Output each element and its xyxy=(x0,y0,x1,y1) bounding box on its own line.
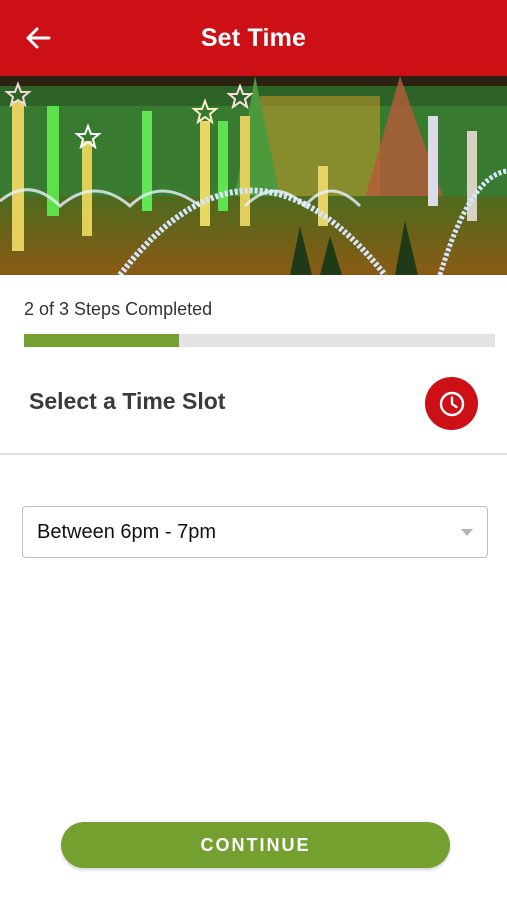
progress-bar-fill xyxy=(24,334,180,347)
clock-button[interactable] xyxy=(425,377,478,430)
page-title: Set Time xyxy=(200,23,307,52)
progress-label: 2 of 3 Steps Completed xyxy=(24,299,213,319)
clock-icon xyxy=(439,391,464,416)
progress-bar xyxy=(24,334,495,347)
time-slot-select[interactable]: Between 6pm - 7pm xyxy=(22,506,488,558)
hero-image xyxy=(0,76,507,275)
caret-down-icon xyxy=(461,529,473,536)
section-divider xyxy=(0,453,507,455)
app-header: Set Time xyxy=(0,0,507,76)
time-slot-value: Between 6pm - 7pm xyxy=(37,521,216,543)
continue-button[interactable]: CONTINUE xyxy=(61,822,450,868)
section-title: Select a Time Slot xyxy=(29,388,226,414)
